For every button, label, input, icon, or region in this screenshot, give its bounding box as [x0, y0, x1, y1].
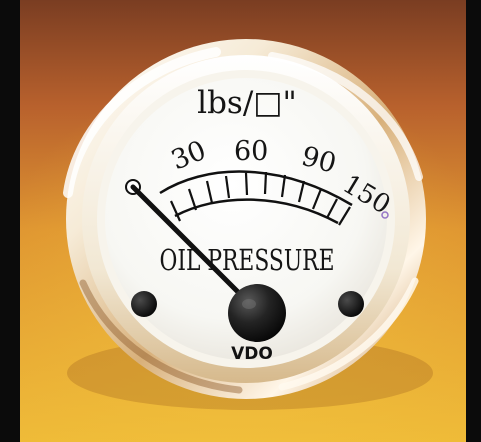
- hub-highlight: [242, 299, 256, 309]
- right-screw: [338, 291, 364, 317]
- brand-logo: VDO: [231, 344, 273, 364]
- left-screw: [131, 291, 157, 317]
- needle-hub: [228, 284, 286, 342]
- scale-tick: [263, 171, 268, 195]
- oil-pressure-gauge: lbs/□" 30 60 90 150 OIL PRESSURE VDO: [20, 0, 466, 442]
- photo-frame: lbs/□" 30 60 90 150 OIL PRESSURE VDO: [0, 0, 481, 442]
- gauge-title: OIL PRESSURE: [160, 243, 335, 277]
- scale-tick: [244, 172, 249, 196]
- unit-label: lbs/□": [197, 85, 297, 121]
- scale-label-60: 60: [234, 136, 268, 167]
- gauge-photo: lbs/□" 30 60 90 150 OIL PRESSURE VDO: [20, 0, 466, 442]
